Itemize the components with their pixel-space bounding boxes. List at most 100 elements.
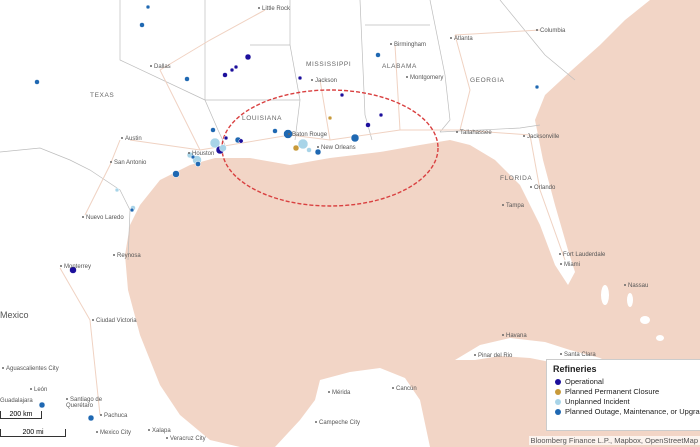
refinery-marker-operational[interactable] [378, 112, 384, 118]
refinery-marker-operational[interactable] [233, 64, 239, 70]
refinery-marker-planned-closure[interactable] [292, 144, 300, 152]
refinery-marker-unplanned-incident[interactable] [306, 147, 312, 153]
scale-bar-km: 200 km [0, 411, 42, 419]
city-label: Fort Lauderdale [559, 252, 605, 258]
state-label-georgia: GEORGIA [470, 77, 505, 84]
road-line [59, 267, 101, 416]
refinery-marker-planned-outage[interactable] [172, 170, 180, 178]
refinery-marker-planned-outage[interactable] [184, 76, 190, 82]
city-label: Pinar del Rio [474, 353, 512, 359]
border-line [359, 0, 373, 141]
city-label: Nuevo Laredo [82, 215, 124, 221]
state-label-texas: TEXAS [90, 92, 115, 99]
refinery-marker-planned-outage[interactable] [34, 79, 40, 85]
road-line [319, 79, 331, 141]
city-label: Houston [188, 151, 214, 157]
city-label: Little Rock [258, 6, 290, 12]
legend-item-unplanned-incident[interactable]: Unplanned Incident [553, 397, 699, 406]
city-label: Montgomery [406, 75, 443, 81]
refinery-marker-planned-outage[interactable] [139, 22, 145, 28]
city-label: Ciudad Victoria [92, 318, 137, 324]
legend-swatch-planned-outage [555, 408, 561, 415]
city-label: Mérida [328, 390, 350, 396]
city-label: San Antonio [110, 160, 146, 166]
city-label: Nassau [624, 283, 648, 289]
city-label: Xalapa [148, 428, 171, 434]
legend-label: Planned Outage, Maintenance, or Upgrade [565, 407, 700, 416]
refinery-marker-unplanned-incident[interactable] [219, 144, 227, 152]
legend-title: Refineries [553, 364, 597, 374]
city-label: León [30, 387, 47, 393]
road-line [159, 9, 266, 71]
refinery-marker-planned-outage[interactable] [145, 4, 151, 10]
city-label: Havana [502, 333, 527, 339]
city-label: New Orleans [317, 145, 356, 151]
state-label-alabama: ALABAMA [382, 63, 417, 70]
city-label: Monterrey [60, 264, 91, 270]
refinery-marker-planned-outage[interactable] [38, 401, 46, 409]
city-label: Atlanta [450, 36, 473, 42]
state-label-florida: FLORIDA [500, 175, 533, 182]
city-label: Jackson [311, 78, 337, 84]
road-line [454, 29, 541, 36]
refinery-marker-planned-closure[interactable] [327, 115, 333, 121]
city-label: Jacksonville [523, 134, 559, 140]
refinery-marker-operational[interactable] [365, 122, 371, 128]
city-label: Austin [121, 136, 142, 142]
city-label: Guadalajara [0, 398, 33, 404]
road-line [159, 69, 201, 151]
map-canvas[interactable]: Mexico TEXAS LOUISIANA MISSISSIPPI ALABA… [0, 0, 700, 447]
city-label: Pachuca [100, 413, 127, 419]
state-label-louisiana: LOUISIANA [242, 115, 283, 122]
refinery-marker-planned-outage[interactable] [272, 128, 278, 134]
refinery-marker-planned-outage[interactable] [534, 84, 540, 90]
city-label: Baton Rouge [288, 132, 327, 138]
refinery-marker-unplanned-incident[interactable] [114, 187, 120, 193]
state-label-mississippi: MISSISSIPPI [306, 61, 352, 68]
country-label-mexico: Mexico [0, 310, 29, 320]
refinery-marker-planned-outage[interactable] [375, 52, 381, 58]
legend-item-operational[interactable]: Operational [553, 377, 699, 386]
city-label: Dallas [150, 64, 171, 70]
refinery-marker-operational[interactable] [229, 67, 235, 73]
border-line [499, 0, 576, 81]
legend-item-planned-outage[interactable]: Planned Outage, Maintenance, or Upgrade [553, 407, 700, 416]
legend-label: Planned Permanent Closure [565, 387, 660, 396]
refinery-marker-planned-outage[interactable] [210, 127, 216, 133]
city-label: Reynosa [113, 253, 141, 259]
city-label: Orlando [530, 185, 555, 191]
refinery-marker-planned-outage[interactable] [87, 414, 95, 422]
map-attribution[interactable]: Bloomberg Finance L.P., Mapbox, OpenStre… [528, 436, 700, 445]
city-label: Birmingham [390, 42, 426, 48]
refinery-marker-planned-outage[interactable] [350, 133, 360, 143]
road-line [394, 44, 401, 131]
legend-swatch-unplanned-incident [555, 398, 561, 405]
city-label: Mexico City [96, 430, 131, 436]
city-label: Columbia [536, 28, 565, 34]
legend-label: Unplanned Incident [565, 397, 630, 406]
city-label: Tallahassee [456, 130, 492, 136]
refinery-marker-planned-outage[interactable] [195, 161, 201, 167]
city-label: Aguascalientes City [2, 366, 59, 372]
scale-bar-mi: 200 mi [0, 429, 66, 437]
refinery-marker-operational[interactable] [297, 75, 303, 81]
city-label: Cancún [392, 386, 417, 392]
border-line [119, 0, 206, 101]
city-label: Santiago de Querétaro [66, 397, 103, 409]
refinery-marker-unplanned-incident[interactable] [297, 138, 309, 150]
road-line [84, 139, 121, 216]
refinery-marker-operational[interactable] [222, 72, 228, 78]
refinery-marker-operational[interactable] [244, 53, 252, 61]
city-label: Santa Clara [560, 352, 596, 358]
legend-item-planned-closure[interactable]: Planned Permanent Closure [553, 387, 699, 396]
legend-panel: Refineries Operational Planned Permanent… [546, 359, 700, 431]
refinery-marker-operational[interactable] [238, 138, 244, 144]
refinery-marker-planned-outage[interactable] [129, 207, 135, 213]
refinery-marker-operational[interactable] [339, 92, 345, 98]
legend-label: Operational [565, 377, 604, 386]
border-line [289, 0, 301, 101]
city-label: Tampa [502, 203, 524, 209]
refinery-marker-operational[interactable] [223, 135, 229, 141]
legend-swatch-planned-closure [555, 388, 561, 395]
road-line [454, 34, 471, 131]
